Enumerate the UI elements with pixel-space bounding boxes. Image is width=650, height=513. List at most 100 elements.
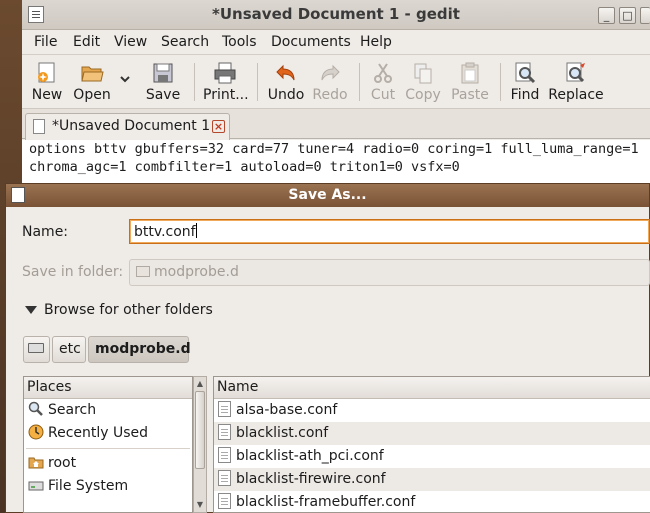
cut-button-label: Cut [370,87,396,103]
file-row[interactable]: blacklist-framebuffer.conf [214,491,650,512]
place-label: File System [48,478,129,494]
scroll-down-icon[interactable]: ▼ [194,499,206,511]
text-file-icon [218,401,231,417]
scroll-up-icon[interactable]: ▲ [194,378,206,390]
browse-label: Browse for other folders [44,302,213,318]
undo-icon [274,61,298,85]
files-pane: Name alsa-base.conf blacklist.conf black… [213,376,650,513]
menu-documents[interactable]: Documents [271,34,351,50]
window-title: *Unsaved Document 1 - gedit [212,5,460,23]
clipboard-icon [458,61,482,85]
file-name: alsa-base.conf [236,402,338,418]
chevron-down-icon [119,73,131,89]
save-in-folder-combo[interactable]: modprobe.d [129,259,650,286]
scrollbar-thumb[interactable] [195,391,205,469]
replace-icon [564,61,588,85]
gedit-titlebar[interactable]: *Unsaved Document 1 - gedit _ □ [22,0,650,30]
menu-file[interactable]: File [34,34,57,50]
places-scrollbar[interactable]: ▲ ▼ [193,376,207,513]
save-as-dialog: Save As... Name: bttv.conf Save in folde… [5,183,650,513]
redo-icon [318,61,342,85]
find-button[interactable]: Find [509,59,541,105]
search-icon [28,401,44,417]
open-folder-icon [80,61,104,85]
clock-icon [28,424,44,440]
open-button[interactable]: Open [73,59,111,105]
undo-button[interactable]: Undo [266,59,306,105]
file-name: blacklist.conf [236,425,329,441]
breadcrumb-etc[interactable]: etc [52,336,86,363]
menu-view[interactable]: View [114,34,147,50]
find-button-label: Find [510,87,540,103]
name-label: Name: [22,224,69,240]
files-name-column-header[interactable]: Name [214,377,650,399]
places-separator [26,448,190,449]
place-label: root [48,455,77,471]
toolbar-separator [257,63,258,101]
menubar: File Edit View Search Tools Documents He… [22,30,650,55]
menu-search[interactable]: Search [161,34,209,50]
editor-line: chroma_agc=1 combfilter=1 autoload=0 tri… [29,159,460,175]
home-folder-icon [28,454,44,470]
open-button-label: Open [73,87,111,103]
place-label: Recently Used [48,425,149,441]
paste-button[interactable]: Paste [450,59,490,105]
file-row[interactable]: blacklist-ath_pci.conf [214,445,650,468]
scissors-icon [371,61,395,85]
file-name: blacklist-ath_pci.conf [236,448,384,464]
dialog-titlebar[interactable]: Save As... [6,184,649,207]
redo-button-label: Redo [312,87,348,103]
text-file-icon [218,493,231,509]
dialog-title: Save As... [288,187,367,203]
maximize-button[interactable]: □ [619,7,636,24]
file-row[interactable]: blacklist.conf [214,422,650,445]
redo-button[interactable]: Redo [311,59,349,105]
places-header[interactable]: Places [24,377,192,399]
text-caret [195,223,197,238]
folder-combo-value: modprobe.d [154,264,239,280]
menu-help[interactable]: Help [360,34,392,50]
breadcrumb-modprobe-d[interactable]: modprobe.d [88,336,191,363]
save-in-folder-label: Save in folder: [22,264,124,280]
text-document-icon [33,119,45,134]
new-button-label: New [31,87,63,103]
new-document-icon [35,61,59,85]
new-button[interactable]: New [30,59,64,105]
place-recently-used[interactable]: Recently Used [24,422,192,445]
editor-line: options bttv gbuffers=32 card=77 tuner=4… [29,141,639,157]
close-window-button[interactable] [640,7,650,24]
filename-input[interactable]: bttv.conf [129,219,650,244]
file-row[interactable]: alsa-base.conf [214,399,650,422]
copy-icon [411,61,435,85]
text-file-icon [218,424,231,440]
copy-button[interactable]: Copy [405,59,441,105]
file-name: blacklist-firewire.conf [236,471,386,487]
undo-button-label: Undo [267,87,305,103]
paste-button-label: Paste [451,87,489,103]
toolbar-separator [359,63,360,101]
document-tabs: *Unsaved Document 1 × [22,109,650,140]
menu-tools[interactable]: Tools [222,34,257,50]
close-tab-icon[interactable]: × [212,120,225,133]
place-root[interactable]: root [24,452,192,475]
replace-button[interactable]: Replace [548,59,604,105]
drive-icon [28,477,44,493]
copy-button-label: Copy [405,87,441,103]
save-button[interactable]: Save [145,59,181,105]
toolbar-separator [500,63,501,101]
menu-edit[interactable]: Edit [73,34,100,50]
printer-icon [213,61,237,85]
text-file-icon [218,470,231,486]
place-label: Search [48,402,97,418]
save-icon [151,61,175,85]
place-search[interactable]: Search [24,399,192,422]
tab-unsaved-document-1[interactable]: *Unsaved Document 1 × [25,113,230,140]
gedit-window: *Unsaved Document 1 - gedit _ □ File Edi… [22,0,650,200]
print-button[interactable]: Print... [203,59,249,105]
breadcrumb-root-button[interactable] [23,336,50,363]
text-file-icon [218,447,231,463]
place-file-system[interactable]: File System [24,475,192,498]
cut-button[interactable]: Cut [368,59,398,105]
file-row[interactable]: blacklist-firewire.conf [214,468,650,491]
minimize-button[interactable]: _ [598,7,615,24]
